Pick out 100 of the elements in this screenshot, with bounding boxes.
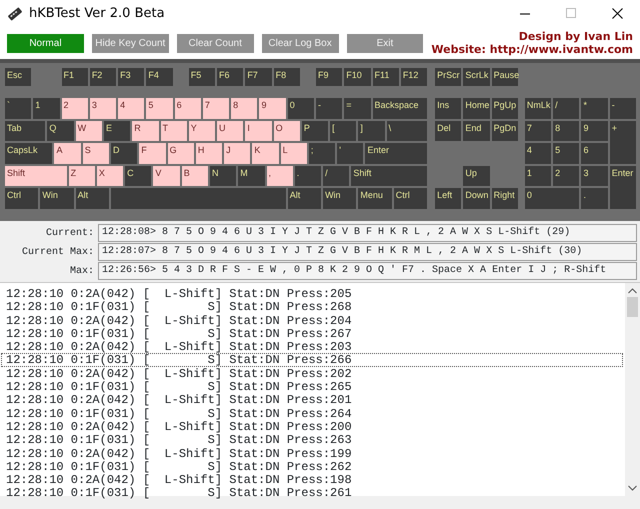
keyboard-key: *: [581, 98, 608, 119]
keyboard-key: Y: [188, 120, 216, 142]
keyboard-key: 3: [581, 166, 608, 186]
keyboard-key: F3: [118, 68, 144, 86]
keyboard-key: 1: [33, 98, 60, 119]
log-entry[interactable]: 12:28:10 0:2A(042) [ L-Shift] Stat:DN Press:201: [1, 393, 623, 407]
keyboard-key: 0: [288, 98, 314, 119]
keyboard-key: ': [337, 143, 364, 164]
keyboard-key: F4: [146, 68, 173, 86]
keyboard-key: Win: [323, 188, 356, 209]
keyboard-key: F9: [316, 68, 342, 86]
keyboard-key: M: [238, 166, 265, 186]
log-entry[interactable]: 12:28:10 0:1F(031) [ S] Stat:DN Press:265: [1, 380, 623, 394]
keyboard-key: -: [610, 98, 636, 119]
keyboard-key: 8: [231, 98, 258, 119]
keyboard-key: F11: [372, 68, 399, 86]
keyboard-key: I: [245, 120, 272, 142]
log-entry[interactable]: 12:28:10 0:2A(042) [ L-Shift] Stat:DN Press:198: [1, 473, 623, 486]
keyboard-key: 3: [90, 98, 116, 119]
keyboard-key: Backspace: [372, 98, 428, 119]
keyboard-key: L: [280, 143, 307, 164]
keyboard-key: W: [76, 120, 102, 142]
status-field: 12:28:08> 8 7 5 O 9 4 6 U 3 I Y J T Z G V B F H K R L , 2 A W X S L-Shift (29): [98, 224, 637, 242]
toolbar-button[interactable]: Normal: [7, 34, 84, 52]
keyboard-key: F6: [217, 68, 244, 86]
scrollbar-thumb[interactable]: [627, 297, 638, 317]
keyboard-key: ;: [308, 143, 336, 164]
log-entry[interactable]: 12:28:10 0:1F(031) [ S] Stat:DN Press:262: [1, 460, 623, 474]
log-entry[interactable]: 12:28:10 0:2A(042) [ L-Shift] Stat:DN Press:203: [1, 340, 623, 354]
keyboard-key: ]: [358, 120, 385, 142]
window-title: hKBTest Ver 2.0 Beta: [29, 4, 166, 23]
keyboard-key: `: [5, 98, 32, 119]
keyboard-key: Right: [492, 188, 518, 209]
keyboard-key: Down: [463, 188, 490, 209]
keyboard-key: F8: [274, 68, 300, 86]
keyboard-key: 9: [259, 98, 286, 119]
keyboard-key: F10: [344, 68, 371, 86]
keyboard-key: O: [274, 120, 300, 142]
keyboard-key: 7: [202, 98, 230, 119]
log-entry[interactable]: 12:28:10 0:1F(031) [ S] Stat:DN Press:267: [1, 326, 623, 340]
keyboard-key: A: [54, 143, 81, 164]
keyboard-key: V: [153, 166, 180, 186]
keyboard-key: Pause: [492, 68, 518, 86]
log-entry[interactable]: 12:28:10 0:2A(042) [ L-Shift] Stat:DN Press:200: [1, 420, 623, 434]
log-entry[interactable]: 12:28:10 0:1F(031) [ S] Stat:DN Press:266: [1, 353, 623, 367]
scroll-down-icon[interactable]: [628, 485, 637, 491]
keyboard-key: Shift: [5, 166, 67, 186]
keyboard-key: 4: [118, 98, 144, 119]
log-entry[interactable]: 12:28:10 0:1F(031) [ S] Stat:DN Press:261: [1, 486, 623, 500]
keyboard-key: 5: [146, 98, 173, 119]
keyboard-key: K: [252, 143, 279, 164]
keyboard-key: C: [125, 166, 152, 186]
keyboard-key: Shift: [351, 166, 428, 186]
keyboard-key: 0: [524, 188, 580, 209]
keyboard-key: Z: [68, 166, 95, 186]
keyboard-key: 1: [524, 166, 552, 186]
keyboard-key: Win: [40, 188, 74, 209]
keyboard-key: F7: [245, 68, 272, 86]
keyboard-key: 5: [553, 143, 580, 164]
keyboard-key: Esc: [5, 68, 32, 86]
keyboard-key: End: [463, 120, 490, 142]
keyboard-key: H: [196, 143, 222, 164]
keyboard-key: +: [610, 120, 636, 164]
keyboard-key: F: [139, 143, 166, 164]
keyboard-key: Alt: [288, 188, 322, 209]
keyboard-key: /: [553, 98, 580, 119]
keyboard-key: T: [160, 120, 187, 142]
log-entry[interactable]: 12:28:10 0:1F(031) [ S] Stat:DN Press:268: [1, 300, 623, 314]
log-entry[interactable]: 12:28:10 0:1F(031) [ S] Stat:DN Press:263: [1, 433, 623, 447]
keyboard-key: U: [217, 120, 244, 142]
keyboard-key: 9: [581, 120, 608, 142]
keyboard-key: J: [224, 143, 250, 164]
log-entry[interactable]: 12:28:10 0:2A(042) [ L-Shift] Stat:DN Press:199: [1, 446, 623, 460]
log-entry[interactable]: 12:28:10 0:2A(042) [ L-Shift] Stat:DN Press:205: [1, 287, 623, 300]
keyboard-key: 8: [553, 120, 580, 142]
keyboard-key: 4: [524, 143, 552, 164]
maximize-icon: [566, 8, 576, 19]
keyboard-key: B: [182, 166, 208, 186]
keyboard-key: Home: [463, 98, 490, 119]
log-entry[interactable]: 12:28:10 0:2A(042) [ L-Shift] Stat:DN Press:202: [1, 366, 623, 380]
keyboard-key: R: [132, 120, 158, 142]
keyboard-key: PrScr: [435, 68, 462, 86]
keyboard-key: X: [96, 166, 124, 186]
log-entry[interactable]: 12:28:10 0:1F(031) [ S] Stat:DN Press:264: [1, 406, 623, 420]
keyboard-key: =: [344, 98, 371, 119]
keyboard-key: Left: [435, 188, 462, 209]
keyboard-key: F5: [188, 68, 216, 86]
keyboard-key: 7: [524, 120, 552, 142]
keyboard-key: 6: [581, 143, 608, 164]
log-entry[interactable]: 12:28:10 0:2A(042) [ L-Shift] Stat:DN Press:204: [1, 314, 623, 327]
keyboard-key: CapsLk: [5, 143, 52, 164]
scroll-up-icon[interactable]: [628, 288, 637, 294]
keyboard-key: S: [82, 143, 110, 164]
keyboard-key: Menu: [358, 188, 392, 209]
keyboard-key: /: [323, 166, 350, 186]
keyboard-key: .: [581, 188, 608, 209]
keyboard-key: -: [316, 98, 342, 119]
keyboard-key: ScrLk: [463, 68, 490, 86]
scrollbar[interactable]: [625, 283, 640, 496]
keyboard-key: N: [210, 166, 236, 186]
